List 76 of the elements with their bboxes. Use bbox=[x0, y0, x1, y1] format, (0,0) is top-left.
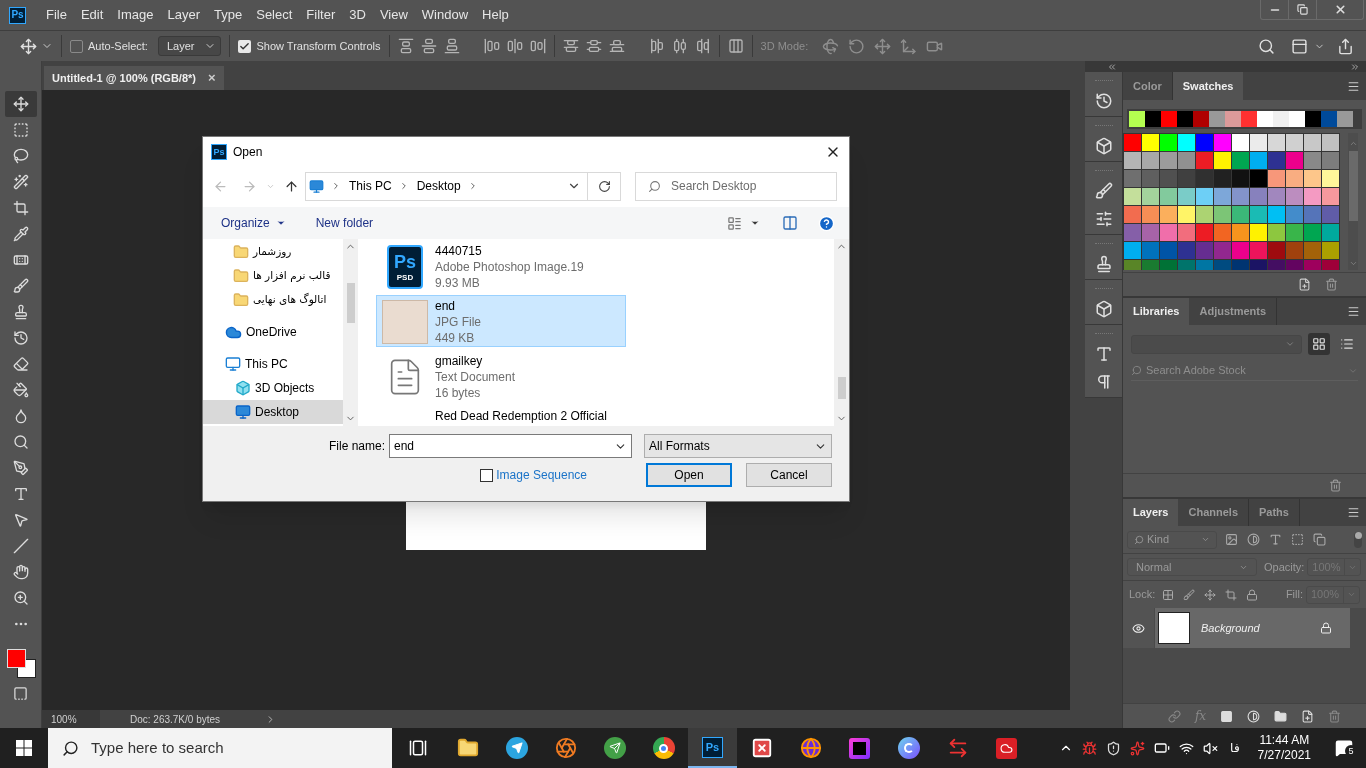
nav-item[interactable]: اتالوگ های نهایی bbox=[203, 288, 343, 312]
target-dropdown[interactable]: Layer bbox=[157, 36, 222, 56]
nav-item[interactable]: OneDrive bbox=[203, 320, 343, 344]
ps-logo: Ps bbox=[211, 144, 227, 160]
search-input[interactable]: Type here to search bbox=[91, 736, 341, 760]
layer-row[interactable]: Background bbox=[1155, 608, 1350, 648]
document-tab[interactable]: Untitled-1 @ 100% (RGB/8*) bbox=[52, 69, 196, 87]
notification-count: 5 bbox=[1345, 745, 1357, 757]
dialog-button[interactable]: Cancel bbox=[746, 463, 832, 487]
panel-tab[interactable]: Swatches bbox=[1172, 72, 1244, 100]
file-size: 9.93 MB bbox=[435, 275, 481, 291]
listing-entry[interactable]: end JPG File 449 KB bbox=[376, 295, 626, 347]
nav-item[interactable]: قالب نرم افزار ها bbox=[203, 264, 343, 288]
mode-label: 3D Mode: bbox=[760, 38, 809, 54]
menu-item[interactable]: File bbox=[39, 5, 74, 25]
organize-menu[interactable]: Organize bbox=[221, 214, 286, 232]
photoshop-taskbar-button[interactable]: Ps bbox=[688, 728, 737, 768]
checkbox-label: Auto-Select: bbox=[88, 38, 148, 54]
tab-close[interactable]: × bbox=[208, 68, 216, 88]
lock-label: Lock: bbox=[1129, 587, 1156, 603]
dialog-button[interactable]: Open bbox=[646, 463, 732, 487]
listing-entry[interactable]: Ps PSD 4440715 Adobe Photoshop Image.19 9.93 MB bbox=[376, 240, 626, 292]
menu-item[interactable]: Edit bbox=[73, 5, 111, 25]
menu-item[interactable]: Filter bbox=[299, 5, 343, 25]
taskbar-search-field[interactable]: Type here to search bbox=[48, 728, 392, 768]
file-size: 16 bytes bbox=[435, 385, 482, 401]
opacity-label: Opacity: bbox=[1264, 559, 1305, 575]
new-folder-button[interactable]: New folder bbox=[315, 214, 374, 232]
breadcrumb[interactable]: Desktop bbox=[416, 177, 461, 195]
panel-tab[interactable]: Layers bbox=[1123, 499, 1179, 526]
language-indicator[interactable]: فا bbox=[1226, 739, 1243, 757]
checkbox-label[interactable]: Image Sequence bbox=[496, 466, 587, 484]
field-label: File name: bbox=[328, 438, 385, 455]
fill-label: Fill: bbox=[1285, 587, 1303, 603]
clock[interactable]: 11:44 AM 7/27/2021 bbox=[1251, 733, 1317, 763]
file-name: end bbox=[435, 298, 457, 314]
listing-entry[interactable]: Red Dead Redemption 2 Official bbox=[376, 405, 626, 426]
file-type: Text Document bbox=[435, 369, 516, 385]
menu-item[interactable]: View bbox=[372, 5, 415, 25]
panel-tab[interactable]: Libraries bbox=[1123, 298, 1190, 325]
breadcrumb[interactable]: This PC bbox=[349, 177, 392, 195]
search-field[interactable]: Search Desktop bbox=[635, 171, 837, 201]
menu-item[interactable]: Select bbox=[249, 5, 300, 25]
nav-item[interactable]: Desktop bbox=[203, 400, 343, 424]
menu-item[interactable]: Type bbox=[207, 5, 250, 25]
menu-item[interactable]: Layer bbox=[160, 5, 208, 25]
file-name: 4440715 bbox=[435, 243, 483, 259]
layer-name: Background bbox=[1201, 620, 1260, 636]
search-input[interactable]: Search Adobe Stock bbox=[1146, 362, 1344, 379]
menu-item[interactable]: Image bbox=[110, 5, 161, 25]
address-bar[interactable]: This PC Desktop bbox=[305, 171, 588, 201]
menu-item[interactable]: Help bbox=[475, 5, 516, 25]
file-name: Red Dead Redemption 2 Official bbox=[435, 408, 607, 424]
nav-item[interactable]: This PC bbox=[203, 352, 343, 376]
file-name-field[interactable]: end bbox=[389, 434, 632, 458]
ps-logo: Ps bbox=[702, 736, 723, 758]
file-name: gmailkey bbox=[435, 353, 484, 369]
file-type-dropdown[interactable]: All Formats bbox=[644, 434, 832, 458]
psd-file-icon: Ps PSD bbox=[387, 245, 423, 289]
menu-item[interactable]: Window bbox=[414, 5, 476, 25]
dialog-title: Open bbox=[233, 144, 263, 161]
document-info: Doc: 263.7K/0 bytes bbox=[130, 712, 222, 727]
menu-item[interactable]: 3D bbox=[342, 5, 373, 25]
ps-logo: Ps bbox=[9, 6, 26, 24]
file-size: 449 KB bbox=[435, 330, 476, 346]
listing-entry[interactable]: gmailkey Text Document 16 bytes bbox=[376, 350, 626, 402]
file-type: Adobe Photoshop Image.19 bbox=[435, 259, 584, 275]
checkbox-label: Show Transform Controls bbox=[256, 38, 381, 54]
text-input[interactable]: end bbox=[394, 437, 614, 455]
stock-search-field[interactable]: Search Adobe Stock bbox=[1131, 361, 1358, 381]
nav-item[interactable]: 3D Objects bbox=[203, 376, 343, 400]
notification-button[interactable]: 5 bbox=[1326, 728, 1362, 768]
nav-item[interactable]: روزشمار bbox=[203, 240, 343, 264]
zoom-level: 100% bbox=[42, 710, 100, 728]
file-type: JPG File bbox=[435, 314, 481, 330]
search-input[interactable]: Search Desktop bbox=[671, 177, 821, 195]
